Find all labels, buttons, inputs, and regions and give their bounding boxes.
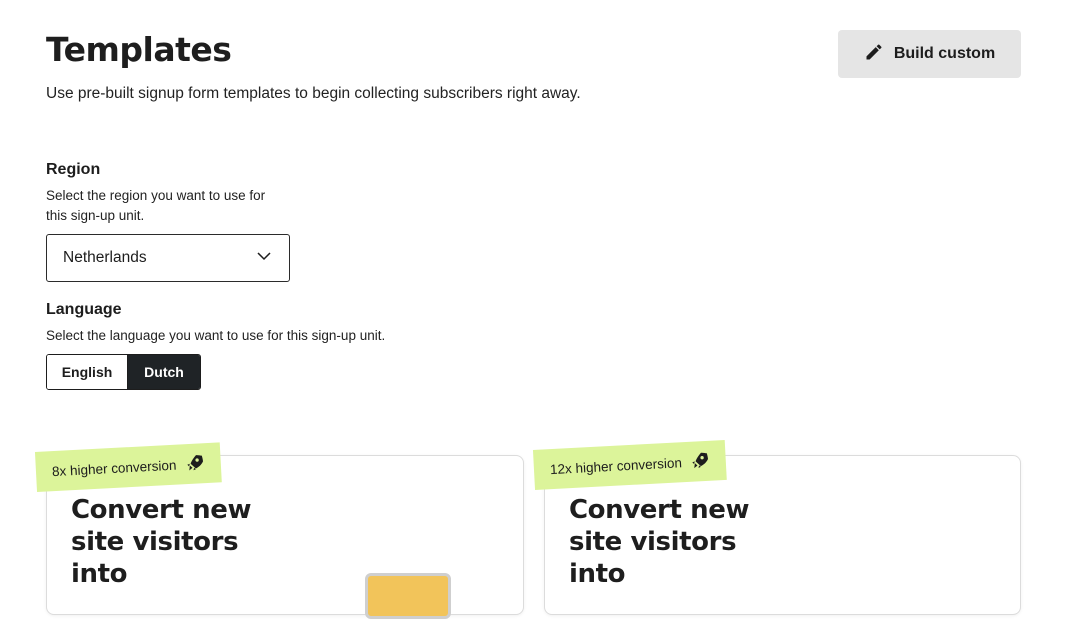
card-title: Convert new site visitors into [71, 495, 252, 589]
region-selected-value: Netherlands [63, 249, 147, 266]
rocket-icon [689, 449, 710, 473]
region-label: Region [46, 161, 101, 178]
language-option-english[interactable]: English [47, 355, 128, 389]
build-custom-label: Build custom [893, 45, 996, 62]
badge-text: 12x higher conversion [549, 454, 683, 477]
badge-text: 8x higher conversion [51, 457, 177, 479]
pencil-icon [864, 42, 884, 67]
page-title: Templates [46, 30, 232, 69]
build-custom-button[interactable]: Build custom [838, 30, 1021, 78]
form-preview-thumbnail [365, 573, 451, 619]
card-title: Convert new site visitors into [569, 495, 750, 589]
region-help: Select the region you want to use for th… [46, 188, 266, 223]
language-toggle: English Dutch [46, 354, 201, 390]
language-label: Language [46, 301, 122, 318]
rocket-icon [184, 452, 205, 476]
region-select[interactable]: Netherlands [46, 234, 290, 282]
language-option-dutch[interactable]: Dutch [128, 355, 200, 389]
language-help: Select the language you want to use for … [46, 328, 386, 343]
page-subtitle: Use pre-built signup form templates to b… [46, 85, 581, 102]
chevron-down-icon [255, 247, 273, 270]
